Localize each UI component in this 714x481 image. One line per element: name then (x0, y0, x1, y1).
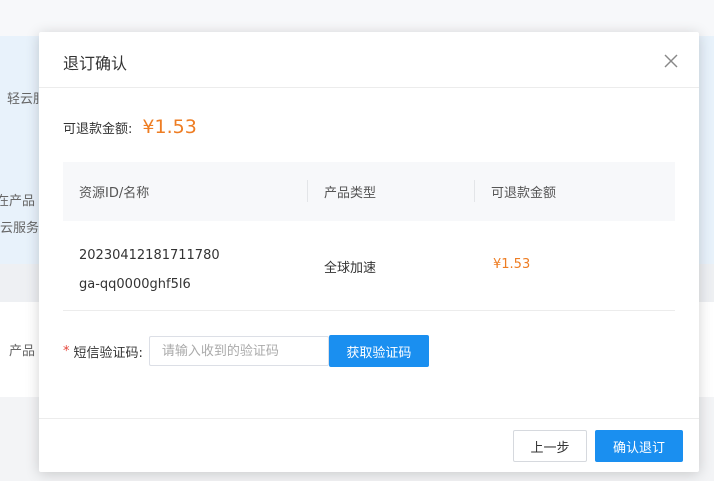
refund-amount-cell: ¥1.53 (493, 257, 531, 272)
background-header (0, 0, 714, 36)
background-text: 产品 (9, 344, 36, 359)
column-divider (474, 180, 475, 202)
confirm-unsubscribe-button[interactable]: 确认退订 (595, 430, 683, 462)
resource-id-name-cell: 20230412181711780 ga-qq0000ghf5l6 (79, 241, 220, 299)
product-type-cell: 全球加速 (324, 261, 377, 276)
get-code-button[interactable]: 获取验证码 (328, 335, 429, 367)
dialog-header: 退订确认 (39, 32, 699, 88)
table-header: 资源ID/名称 产品类型 可退款金额 (63, 162, 675, 221)
resource-table: 资源ID/名称 产品类型 可退款金额 20230412181711780 ga-… (63, 162, 675, 311)
close-button[interactable] (659, 49, 683, 73)
table-row: 20230412181711780 ga-qq0000ghf5l6 全球加速 ¥… (63, 221, 675, 311)
previous-step-button[interactable]: 上一步 (513, 430, 587, 462)
background-text: 在产品 (0, 194, 36, 209)
refundable-amount-value: ¥1.53 (142, 116, 197, 138)
sms-code-label: 短信验证码: (73, 345, 143, 361)
close-icon (664, 54, 678, 68)
column-header-product-type: 产品类型 (324, 186, 377, 201)
required-mark: * (63, 343, 70, 359)
column-header-resource: 资源ID/名称 (79, 186, 150, 201)
refundable-amount-label: 可退款金额: (63, 122, 133, 137)
column-divider (307, 180, 308, 202)
refundable-amount-summary: 可退款金额: ¥1.53 (63, 116, 197, 142)
dialog-footer: 上一步 确认退订 (39, 418, 699, 473)
sms-code-input[interactable] (148, 336, 329, 366)
dialog-title: 退订确认 (63, 54, 128, 73)
sms-code-form-row: * 短信验证码: 获取验证码 (63, 335, 429, 367)
unsubscribe-confirm-dialog: 退订确认 可退款金额: ¥1.53 资源ID/名称 产品类型 可退款金额 202… (39, 32, 699, 472)
background-text: 云服务 (0, 221, 40, 236)
resource-id: 20230412181711780 (79, 248, 220, 263)
column-header-refund-amount: 可退款金额 (491, 186, 557, 201)
resource-name: ga-qq0000ghf5l6 (79, 277, 191, 292)
